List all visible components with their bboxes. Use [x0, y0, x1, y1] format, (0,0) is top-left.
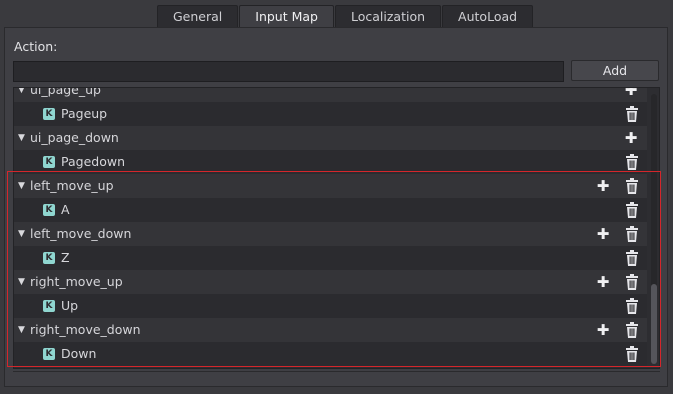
trash-icon[interactable]: [625, 274, 639, 290]
event-row[interactable]: K Down: [14, 342, 647, 366]
trash-icon[interactable]: [625, 298, 639, 314]
tree-scrollbar[interactable]: [651, 94, 657, 364]
plus-icon[interactable]: ✚: [595, 222, 611, 246]
tree-rows: ▼ ui_page_up ✚ K Pageup ▼ ui_page_down ✚ K Pagedo…: [14, 87, 647, 366]
action-name: left_move_down: [30, 226, 132, 241]
action-name: left_move_up: [30, 178, 114, 193]
tab-autoload[interactable]: AutoLoad: [442, 5, 534, 27]
tab-general[interactable]: General: [157, 5, 239, 27]
action-row[interactable]: ▼ left_move_down ✚: [14, 222, 647, 246]
collapse-arrow-icon[interactable]: ▼: [18, 174, 25, 198]
action-row[interactable]: ▼ ui_page_down ✚: [14, 126, 647, 150]
trash-icon[interactable]: [625, 106, 639, 122]
action-name-input[interactable]: [13, 61, 564, 82]
event-row[interactable]: K Pageup: [14, 102, 647, 126]
keyboard-key-icon: K: [43, 156, 55, 168]
action-row[interactable]: ▼ right_move_down ✚: [14, 318, 647, 342]
input-action-tree[interactable]: ▼ ui_page_up ✚ K Pageup ▼ ui_page_down ✚ K Pagedo…: [13, 87, 660, 369]
event-row[interactable]: K Up: [14, 294, 647, 318]
action-row[interactable]: ▼ left_move_up ✚: [14, 174, 647, 198]
action-name: ui_page_up: [30, 87, 101, 97]
action-row[interactable]: ▼ ui_page_up ✚: [14, 87, 647, 102]
scrollbar-thumb[interactable]: [651, 284, 657, 364]
event-name: Pagedown: [61, 154, 125, 169]
tab-bar: General Input Map Localization AutoLoad: [157, 5, 534, 28]
collapse-arrow-icon[interactable]: ▼: [18, 88, 25, 102]
keyboard-key-icon: K: [43, 348, 55, 360]
event-name: A: [61, 202, 70, 217]
trash-icon[interactable]: [625, 154, 639, 170]
panel-bottom-edge: [13, 371, 660, 382]
add-action-button[interactable]: Add: [571, 60, 659, 81]
event-row[interactable]: K Pagedown: [14, 150, 647, 174]
plus-icon[interactable]: ✚: [595, 270, 611, 294]
plus-icon[interactable]: ✚: [623, 126, 639, 150]
collapse-arrow-icon[interactable]: ▼: [18, 318, 25, 342]
plus-icon[interactable]: ✚: [595, 174, 611, 198]
keyboard-key-icon: K: [43, 252, 55, 264]
trash-icon[interactable]: [625, 346, 639, 362]
collapse-arrow-icon[interactable]: ▼: [18, 126, 25, 150]
action-row[interactable]: ▼ right_move_up ✚: [14, 270, 647, 294]
trash-icon[interactable]: [625, 202, 639, 218]
keyboard-key-icon: K: [43, 300, 55, 312]
collapse-arrow-icon[interactable]: ▼: [18, 222, 25, 246]
trash-icon[interactable]: [625, 226, 639, 242]
keyboard-key-icon: K: [43, 204, 55, 216]
tab-localization[interactable]: Localization: [335, 5, 442, 27]
trash-icon[interactable]: [625, 178, 639, 194]
event-name: Down: [61, 346, 97, 361]
collapse-arrow-icon[interactable]: ▼: [18, 270, 25, 294]
event-row[interactable]: KA: [14, 198, 647, 222]
plus-icon[interactable]: ✚: [595, 318, 611, 342]
action-label: Action:: [14, 39, 58, 54]
action-name: right_move_down: [30, 322, 141, 337]
tab-input-map[interactable]: Input Map: [239, 5, 334, 28]
plus-icon[interactable]: ✚: [623, 88, 639, 102]
trash-icon[interactable]: [625, 250, 639, 266]
action-name: ui_page_down: [30, 130, 119, 145]
keyboard-key-icon: K: [43, 108, 55, 120]
event-name: Pageup: [61, 106, 108, 121]
event-name: Z: [61, 250, 70, 265]
event-row[interactable]: KZ: [14, 246, 647, 270]
action-name: right_move_up: [30, 274, 123, 289]
trash-icon[interactable]: [625, 322, 639, 338]
event-name: Up: [61, 298, 79, 313]
